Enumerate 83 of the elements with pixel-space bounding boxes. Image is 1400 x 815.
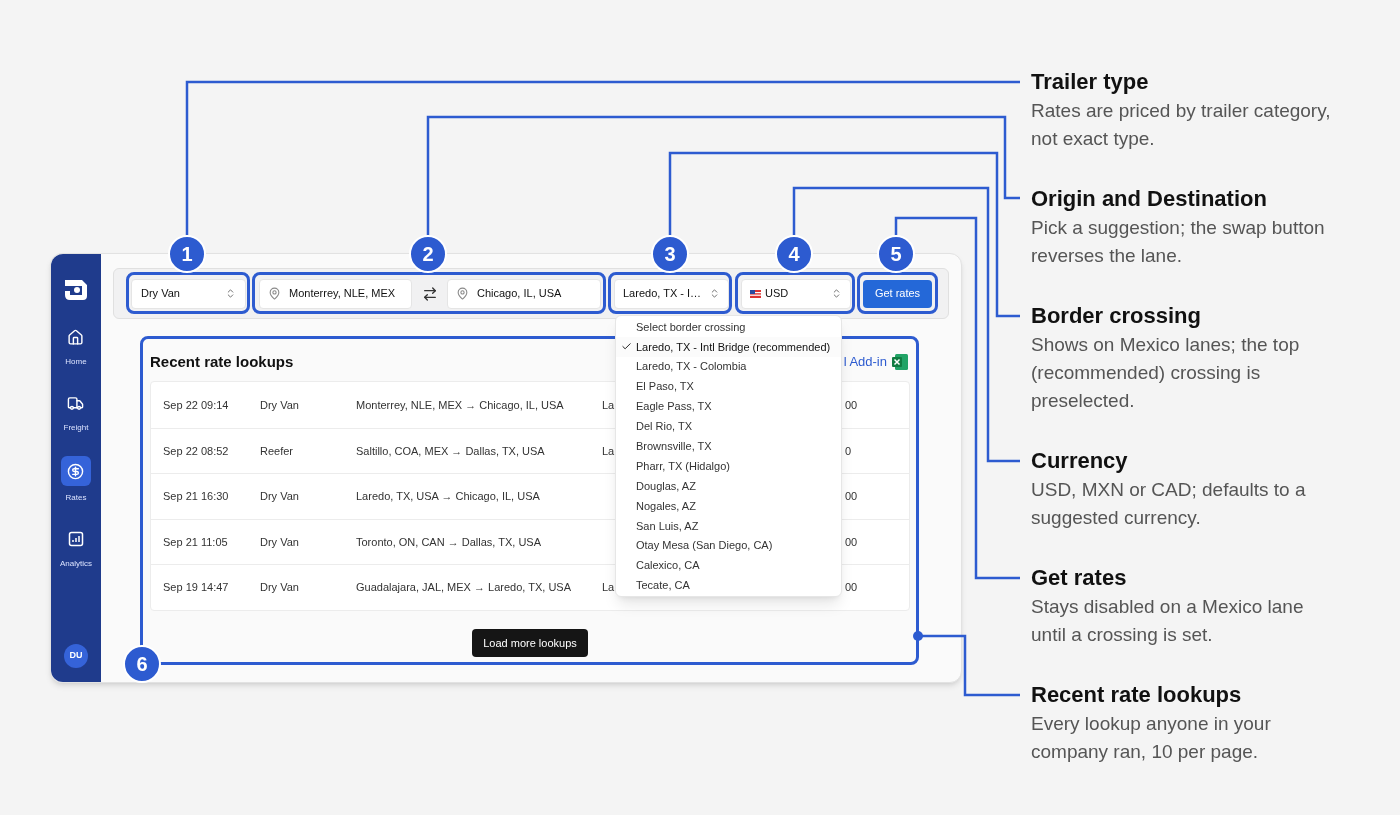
callout-description: Pick a suggestion; the swap button reverses the lane. bbox=[1031, 216, 1326, 268]
table-cell-text: Reefer bbox=[260, 443, 295, 459]
table-cell-text: Monterrey, NLE, MEX → Chicago, IL, USA bbox=[356, 397, 565, 413]
load-more-button[interactable]: Load more lookups bbox=[472, 628, 588, 657]
menu-option[interactable]: Laredo, TX - Intl Bridge (recommended) bbox=[616, 336, 841, 357]
menu-option[interactable]: El Paso, TX bbox=[616, 376, 841, 397]
step-number: 2 bbox=[409, 235, 447, 273]
table-cell-text: 00 bbox=[845, 580, 858, 596]
table-cell-text: 00 bbox=[845, 534, 858, 550]
callout-title: Recent rate lookups bbox=[1031, 681, 1243, 709]
menu-option[interactable]: Pharr, TX (Hidalgo) bbox=[616, 456, 841, 477]
table-cell-text: 00 bbox=[845, 397, 858, 413]
card-title: Recent rate lookups bbox=[150, 351, 294, 372]
menu-option[interactable]: Tecate, CA bbox=[616, 575, 841, 596]
callout-description: USD, MXN or CAD; defaults to a suggested currency. bbox=[1031, 478, 1307, 530]
callout-description: Stays disabled on a Mexico lane until a crossing is set. bbox=[1031, 595, 1305, 647]
pin-icon bbox=[268, 287, 281, 300]
spreadsheet-icon bbox=[891, 353, 909, 371]
menu-option[interactable]: Del Rio, TX bbox=[616, 416, 841, 437]
nav-label: Analytics bbox=[60, 558, 92, 570]
menu-option[interactable]: Otay Mesa (San Diego, CA) bbox=[616, 535, 841, 556]
menu-option[interactable]: Brownsville, TX bbox=[616, 436, 841, 457]
callout-title: Get rates bbox=[1031, 564, 1128, 592]
flag-icon bbox=[750, 289, 761, 298]
table-cell-text: Guadalajara, JAL, MEX → Laredo, TX, USA bbox=[356, 580, 572, 596]
table-cell-text: Sep 22 08:52 bbox=[163, 443, 230, 459]
pin-icon bbox=[456, 287, 469, 300]
bar-chart-icon bbox=[68, 531, 84, 547]
step-number: 3 bbox=[651, 235, 689, 273]
nav-item[interactable]: Home bbox=[61, 324, 91, 368]
table-cell-text: Dry Van bbox=[260, 534, 300, 550]
menu-option[interactable]: Laredo, TX - Colombia bbox=[616, 356, 841, 377]
nav-item[interactable]: Freight bbox=[61, 390, 91, 434]
menu-option[interactable]: Nogales, AZ bbox=[616, 496, 841, 516]
chevrons-icon bbox=[225, 288, 236, 299]
table-cell-text: Laredo, TX, USA → Chicago, IL, USA bbox=[356, 489, 541, 505]
chevrons-icon bbox=[709, 288, 720, 299]
nav-label: Freight bbox=[63, 422, 89, 434]
menu-option[interactable]: Eagle Pass, TX bbox=[616, 396, 841, 417]
origin-field[interactable]: Monterrey, NLE, MEX bbox=[259, 278, 412, 309]
swap-icon[interactable] bbox=[421, 285, 438, 302]
table-cell-text: Toronto, ON, CAN → Dallas, TX, USA bbox=[356, 534, 543, 550]
currency-select[interactable]: USD bbox=[741, 278, 851, 309]
callout-description: Every lookup anyone in your company ran, 10 per page. bbox=[1031, 712, 1272, 764]
get-rates-button[interactable]: Get rates bbox=[863, 279, 932, 308]
destination-field[interactable]: Chicago, IL, USA bbox=[447, 278, 601, 309]
callout-title: Border crossing bbox=[1031, 302, 1202, 330]
callout-title: Origin and Destination bbox=[1031, 185, 1268, 213]
home-icon bbox=[67, 328, 85, 346]
step-number: 1 bbox=[168, 235, 206, 273]
menu-option[interactable]: Calexico, CA bbox=[616, 555, 841, 576]
nav-item[interactable]: Analytics bbox=[60, 526, 92, 570]
table-cell-text: Saltillo, COA, MEX → Dallas, TX, USA bbox=[356, 443, 546, 459]
table-cell-text: Dry Van bbox=[260, 397, 300, 413]
callout-title: Trailer type bbox=[1031, 68, 1150, 96]
menu-option[interactable]: San Luis, AZ bbox=[616, 515, 841, 536]
truck-icon bbox=[67, 394, 85, 412]
table-cell-text: 00 bbox=[845, 489, 858, 505]
callout-title: Currency bbox=[1031, 447, 1129, 475]
nav-label: Rates bbox=[65, 492, 87, 504]
callout-description: Shows on Mexico lanes; the top (recommended) crossing is preselected. bbox=[1031, 333, 1301, 413]
nav-label: Home bbox=[65, 356, 87, 368]
table-cell: La bbox=[602, 581, 615, 594]
table-cell-text: Dry Van bbox=[260, 489, 300, 505]
menu-option[interactable]: Douglas, AZ bbox=[616, 476, 841, 496]
trailer-select[interactable]: Dry Van bbox=[131, 278, 246, 309]
table-cell: La bbox=[602, 444, 615, 457]
step-number: 5 bbox=[877, 235, 915, 273]
table-cell-text: Sep 21 11:05 bbox=[163, 534, 229, 550]
callout-description: Rates are priced by trailer category, not exact type. bbox=[1031, 99, 1331, 151]
menu-option[interactable]: Select border crossing bbox=[616, 317, 841, 337]
table-cell-text: Dry Van bbox=[260, 580, 300, 596]
user-avatar[interactable]: DU bbox=[64, 644, 88, 668]
step-number: 4 bbox=[775, 235, 813, 273]
table-cell-text: Sep 22 09:14 bbox=[163, 397, 230, 413]
chevrons-icon bbox=[831, 288, 842, 299]
table-cell-text: 0 bbox=[845, 443, 852, 459]
dollar-icon bbox=[67, 462, 85, 480]
border-crossing-select[interactable]: Laredo, TX - I… bbox=[614, 278, 729, 309]
table-cell-text: Sep 21 16:30 bbox=[163, 489, 230, 505]
table-cell-text: Sep 19 14:47 bbox=[163, 580, 230, 596]
table-cell: La bbox=[602, 398, 615, 411]
add-in-link[interactable]: l Add-in bbox=[843, 352, 887, 372]
